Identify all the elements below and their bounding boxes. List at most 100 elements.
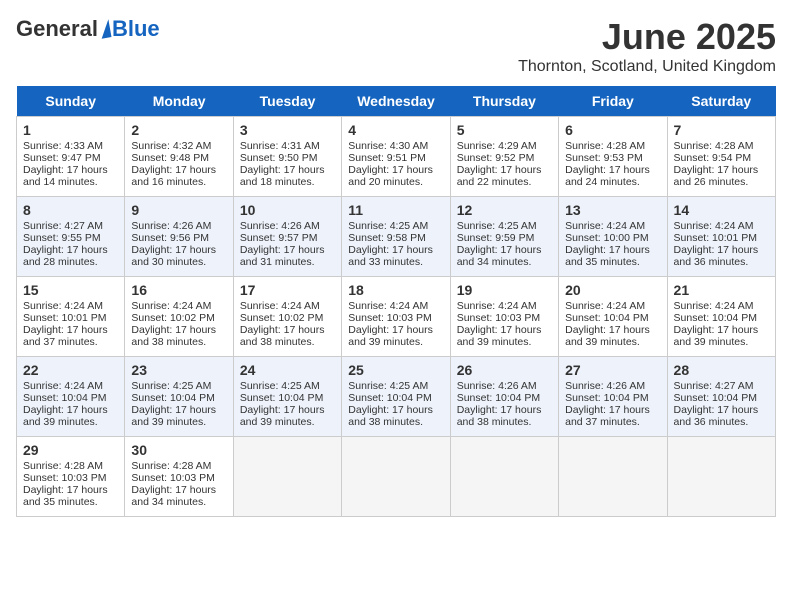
daylight-text: Daylight: 17 hours and 20 minutes. (348, 164, 443, 188)
title-area: June 2025 Thornton, Scotland, United Kin… (518, 16, 776, 76)
sunrise-text: Sunrise: 4:25 AM (131, 380, 226, 392)
sunrise-text: Sunrise: 4:31 AM (240, 140, 335, 152)
sunset-text: Sunset: 10:01 PM (674, 232, 769, 244)
day-number: 20 (565, 282, 660, 298)
daylight-text: Daylight: 17 hours and 38 minutes. (457, 404, 552, 428)
sunrise-text: Sunrise: 4:24 AM (565, 300, 660, 312)
day-number: 2 (131, 122, 226, 138)
calendar-cell: 3Sunrise: 4:31 AMSunset: 9:50 PMDaylight… (233, 117, 341, 197)
sunrise-text: Sunrise: 4:27 AM (674, 380, 769, 392)
sunset-text: Sunset: 9:51 PM (348, 152, 443, 164)
sunset-text: Sunset: 10:04 PM (23, 392, 118, 404)
calendar-cell (450, 437, 558, 517)
day-number: 14 (674, 202, 769, 218)
sunset-text: Sunset: 10:03 PM (23, 472, 118, 484)
sunset-text: Sunset: 10:04 PM (565, 392, 660, 404)
calendar-cell: 18Sunrise: 4:24 AMSunset: 10:03 PMDaylig… (342, 277, 450, 357)
sunset-text: Sunset: 10:04 PM (674, 392, 769, 404)
day-number: 1 (23, 122, 118, 138)
day-number: 29 (23, 442, 118, 458)
calendar-header-row: SundayMondayTuesdayWednesdayThursdayFrid… (17, 86, 776, 117)
calendar-cell: 20 Sunrise: 4:24 AMSunset: 10:04 PMDaylig… (559, 277, 667, 357)
day-number: 13 (565, 202, 660, 218)
daylight-text: Daylight: 17 hours and 31 minutes. (240, 244, 335, 268)
weekday-header-friday: Friday (559, 86, 667, 117)
calendar-cell: 13Sunrise: 4:24 AMSunset: 10:00 PMDaylig… (559, 197, 667, 277)
day-number: 12 (457, 202, 552, 218)
calendar-cell: 12Sunrise: 4:25 AMSunset: 9:59 PMDayligh… (450, 197, 558, 277)
calendar-week-row: 8Sunrise: 4:27 AMSunset: 9:55 PMDaylight… (17, 197, 776, 277)
sunrise-text: Sunrise: 4:30 AM (348, 140, 443, 152)
calendar-table: SundayMondayTuesdayWednesdayThursdayFrid… (16, 86, 776, 517)
daylight-text: Daylight: 17 hours and 39 minutes. (674, 324, 769, 348)
day-number: 11 (348, 202, 443, 218)
weekday-header-sunday: Sunday (17, 86, 125, 117)
sunrise-text: Sunrise: 4:24 AM (131, 300, 226, 312)
daylight-text: Daylight: 17 hours and 22 minutes. (457, 164, 552, 188)
sunset-text: Sunset: 9:52 PM (457, 152, 552, 164)
logo-blue-text: Blue (112, 16, 160, 42)
sunrise-text: Sunrise: 4:33 AM (23, 140, 118, 152)
day-number: 28 (674, 362, 769, 378)
sunrise-text: Sunrise: 4:24 AM (565, 220, 660, 232)
page-header: General Blue June 2025 Thornton, Scotlan… (16, 16, 776, 76)
sunset-text: Sunset: 10:01 PM (23, 312, 118, 324)
calendar-cell: 30Sunrise: 4:28 AMSunset: 10:03 PMDaylig… (125, 437, 233, 517)
sunset-text: Sunset: 10:04 PM (348, 392, 443, 404)
sunset-text: Sunset: 10:04 PM (674, 312, 769, 324)
calendar-cell: 1Sunrise: 4:33 AMSunset: 9:47 PMDaylight… (17, 117, 125, 197)
sunset-text: Sunset: 10:03 PM (131, 472, 226, 484)
sunrise-text: Sunrise: 4:28 AM (23, 460, 118, 472)
weekday-header-saturday: Saturday (667, 86, 775, 117)
calendar-week-row: 1Sunrise: 4:33 AMSunset: 9:47 PMDaylight… (17, 117, 776, 197)
sunset-text: Sunset: 10:04 PM (131, 392, 226, 404)
location-title: Thornton, Scotland, United Kingdom (518, 58, 776, 76)
sunset-text: Sunset: 10:04 PM (565, 312, 660, 324)
daylight-text: Daylight: 17 hours and 26 minutes. (674, 164, 769, 188)
sunset-text: Sunset: 9:55 PM (23, 232, 118, 244)
sunset-text: Sunset: 10:04 PM (240, 392, 335, 404)
daylight-text: Daylight: 17 hours and 38 minutes. (348, 404, 443, 428)
calendar-cell: 6Sunrise: 4:28 AMSunset: 9:53 PMDaylight… (559, 117, 667, 197)
calendar-cell: 29Sunrise: 4:28 AMSunset: 10:03 PMDaylig… (17, 437, 125, 517)
logo: General Blue (16, 16, 160, 42)
sunset-text: Sunset: 10:02 PM (240, 312, 335, 324)
day-number: 17 (240, 282, 335, 298)
sunrise-text: Sunrise: 4:25 AM (348, 220, 443, 232)
daylight-text: Daylight: 17 hours and 28 minutes. (23, 244, 118, 268)
sunset-text: Sunset: 10:02 PM (131, 312, 226, 324)
day-number: 5 (457, 122, 552, 138)
sunrise-text: Sunrise: 4:25 AM (348, 380, 443, 392)
weekday-header-monday: Monday (125, 86, 233, 117)
sunset-text: Sunset: 10:04 PM (457, 392, 552, 404)
daylight-text: Daylight: 17 hours and 35 minutes. (565, 244, 660, 268)
day-number: 6 (565, 122, 660, 138)
daylight-text: Daylight: 17 hours and 38 minutes. (131, 324, 226, 348)
sunrise-text: Sunrise: 4:28 AM (674, 140, 769, 152)
sunset-text: Sunset: 9:57 PM (240, 232, 335, 244)
calendar-cell: 16 Sunrise: 4:24 AMSunset: 10:02 PMDaylig… (125, 277, 233, 357)
sunrise-text: Sunrise: 4:32 AM (131, 140, 226, 152)
calendar-cell: 28Sunrise: 4:27 AMSunset: 10:04 PMDaylig… (667, 357, 775, 437)
day-number: 10 (240, 202, 335, 218)
daylight-text: Daylight: 17 hours and 39 minutes. (565, 324, 660, 348)
month-title: June 2025 (518, 16, 776, 58)
calendar-cell: 15Sunrise: 4:24 AMSunset: 10:01 PMDaylig… (17, 277, 125, 357)
day-number: 16 (131, 282, 226, 298)
calendar-cell: 7Sunrise: 4:28 AMSunset: 9:54 PMDaylight… (667, 117, 775, 197)
daylight-text: Daylight: 17 hours and 39 minutes. (457, 324, 552, 348)
sunrise-text: Sunrise: 4:26 AM (240, 220, 335, 232)
calendar-cell (559, 437, 667, 517)
day-number: 18 (348, 282, 443, 298)
calendar-cell: 22Sunrise: 4:24 AMSunset: 10:04 PMDaylig… (17, 357, 125, 437)
day-number: 7 (674, 122, 769, 138)
sunrise-text: Sunrise: 4:28 AM (565, 140, 660, 152)
daylight-text: Daylight: 17 hours and 37 minutes. (23, 324, 118, 348)
calendar-cell: 17Sunrise: 4:24 AMSunset: 10:02 PMDaylig… (233, 277, 341, 357)
sunrise-text: Sunrise: 4:26 AM (457, 380, 552, 392)
calendar-cell: 2Sunrise: 4:32 AMSunset: 9:48 PMDaylight… (125, 117, 233, 197)
day-number: 26 (457, 362, 552, 378)
calendar-cell: 27Sunrise: 4:26 AMSunset: 10:04 PMDaylig… (559, 357, 667, 437)
sunrise-text: Sunrise: 4:24 AM (348, 300, 443, 312)
sunrise-text: Sunrise: 4:28 AM (131, 460, 226, 472)
